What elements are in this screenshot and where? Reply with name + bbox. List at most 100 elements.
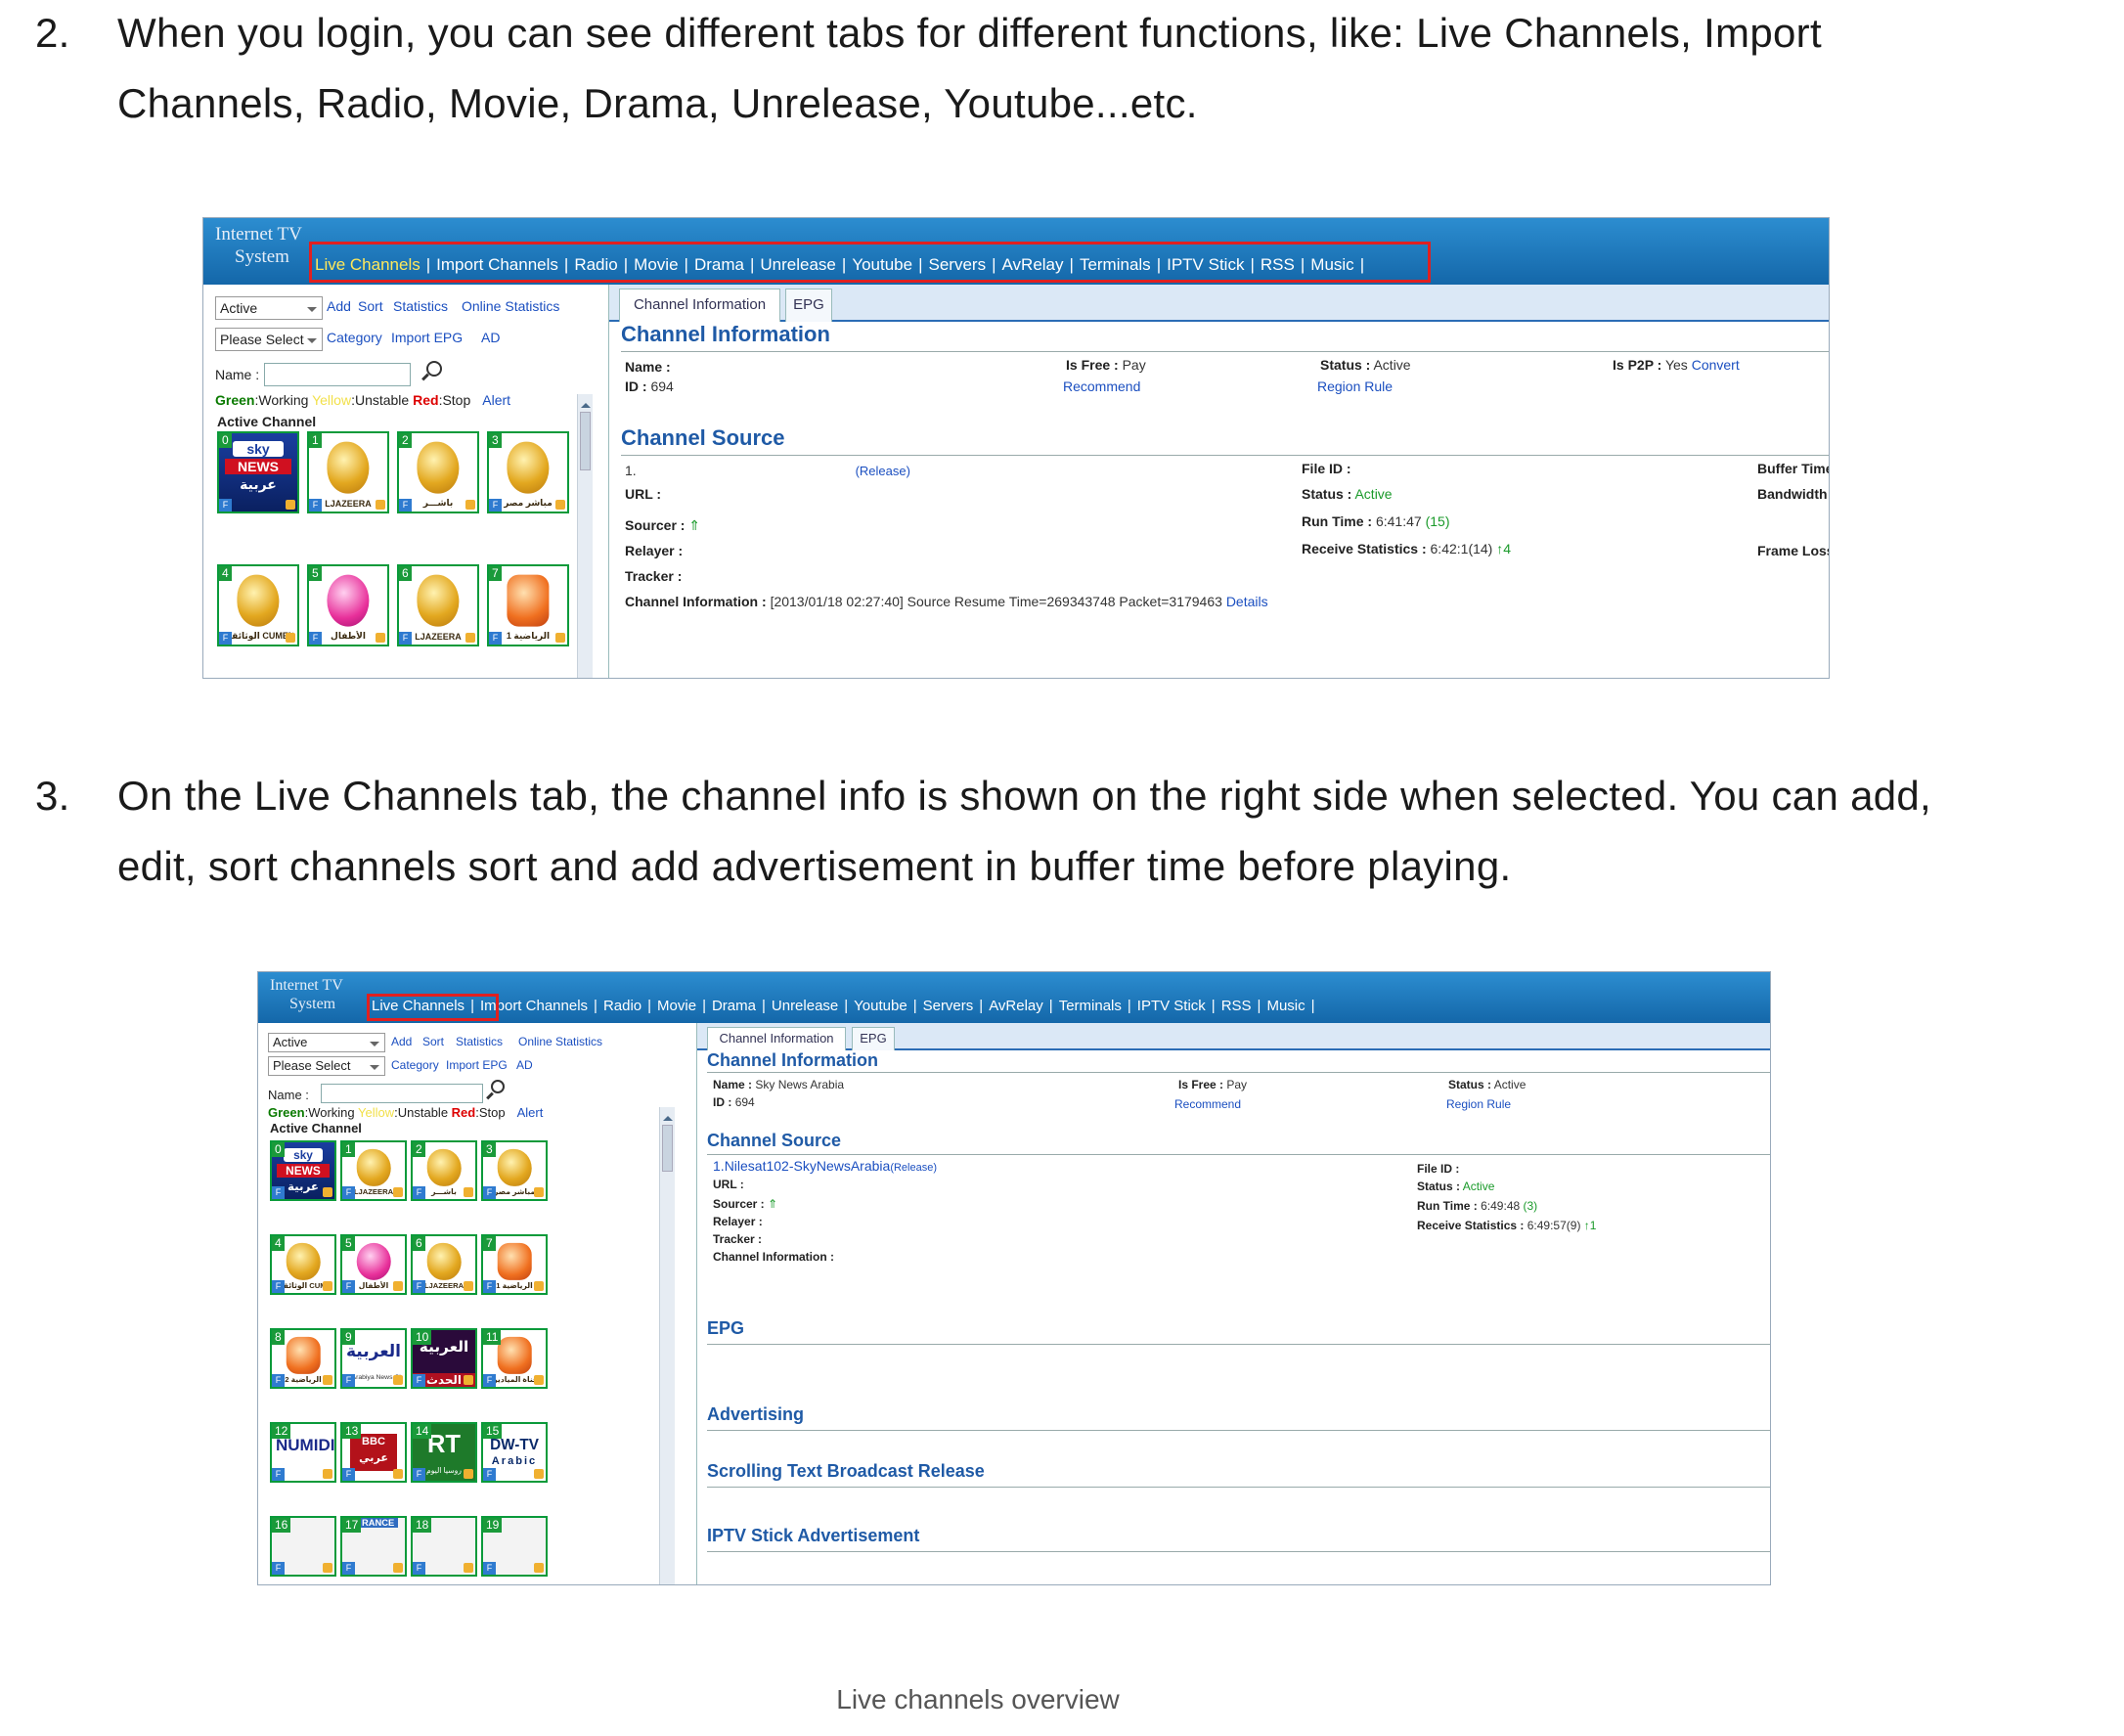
channel-number: 9 bbox=[342, 1330, 355, 1345]
lock-icon bbox=[464, 1375, 473, 1385]
legend-green: Green bbox=[215, 392, 255, 408]
search-icon[interactable] bbox=[426, 361, 442, 377]
channel-tile[interactable]: 1 الرياضية 7 F bbox=[481, 1234, 548, 1295]
name-search-input[interactable] bbox=[321, 1084, 483, 1103]
channel-emblem bbox=[356, 1148, 391, 1186]
tab-radio[interactable]: Radio bbox=[603, 998, 642, 1014]
legend-stop: :Stop bbox=[475, 1105, 506, 1120]
channel-tile[interactable]: 19 F bbox=[481, 1516, 548, 1577]
tab-avrelay[interactable]: AvRelay bbox=[989, 998, 1043, 1014]
name-search-input[interactable] bbox=[264, 363, 411, 386]
tab-channel-information[interactable]: Channel Information bbox=[707, 1027, 846, 1050]
category-select[interactable]: Please Select bbox=[215, 328, 323, 351]
convert-link[interactable]: Convert bbox=[1692, 357, 1740, 373]
tab-epg[interactable]: EPG bbox=[852, 1027, 895, 1050]
channel-tile[interactable]: DW-TV Arabic 15 F bbox=[481, 1422, 548, 1483]
link-ad[interactable]: AD bbox=[516, 1058, 533, 1072]
channel-tile[interactable]: الوثائقية CUMENTA4F bbox=[217, 564, 299, 646]
lock-icon bbox=[464, 1469, 473, 1479]
tab-iptv-stick[interactable]: IPTV Stick bbox=[1137, 998, 1206, 1014]
channel-list-scrollbar[interactable] bbox=[659, 1107, 675, 1584]
tab-channel-information[interactable]: Channel Information bbox=[619, 289, 780, 322]
lock-icon bbox=[464, 1187, 473, 1197]
channel-tile[interactable]: 1 الرياضية 7 F bbox=[487, 564, 569, 646]
tab-terminals[interactable]: Terminals bbox=[1059, 998, 1122, 1014]
channel-tile[interactable]: BBC عربي 13 F bbox=[340, 1422, 407, 1483]
channel-emblem bbox=[497, 1148, 532, 1186]
link-import-epg[interactable]: Import EPG bbox=[391, 330, 463, 345]
nav-separator: | bbox=[647, 998, 652, 1014]
highlight-box bbox=[367, 994, 499, 1021]
channel-caption: RANCE bbox=[358, 1518, 399, 1528]
channel-tile[interactable]: الأطفال 5 F bbox=[307, 564, 389, 646]
status-select[interactable]: Active bbox=[215, 296, 323, 320]
channel-tile[interactable]: مباشر مصر 3 F bbox=[487, 431, 569, 513]
channel-number: 19 bbox=[483, 1518, 503, 1533]
link-online-statistics[interactable]: Online Statistics bbox=[518, 1035, 602, 1048]
link-online-statistics[interactable]: Online Statistics bbox=[462, 298, 559, 314]
favorite-icon: F bbox=[489, 632, 502, 645]
legend-green: Green bbox=[268, 1105, 305, 1120]
channel-tile[interactable]: 2 الرياضية 8 F bbox=[270, 1328, 336, 1389]
tab-drama[interactable]: Drama bbox=[712, 998, 756, 1014]
channel-emblem bbox=[426, 1148, 462, 1186]
link-statistics[interactable]: Statistics bbox=[456, 1035, 503, 1048]
source-name-link[interactable]: Nilesat102-SkyNewsArabia bbox=[725, 1158, 891, 1174]
nav-separator: | bbox=[1257, 998, 1261, 1014]
channel-tile[interactable]: NUMIDIA12F bbox=[270, 1422, 336, 1483]
channel-tile[interactable]: LJAZEERA 1 F bbox=[340, 1140, 407, 1201]
legend-working: :Working bbox=[304, 1105, 359, 1120]
channel-tile[interactable]: مباشر مصر 3 F bbox=[481, 1140, 548, 1201]
screenshot-2: Internet TV System Live Channels | Import … bbox=[257, 971, 1771, 1585]
channel-tile[interactable]: الأطفال 5 F bbox=[340, 1234, 407, 1295]
channel-list-scrollbar[interactable] bbox=[577, 394, 593, 678]
channel-tile[interactable]: العربيةAl Arabiya News Channel9F bbox=[340, 1328, 407, 1389]
tab-youtube[interactable]: Youtube bbox=[854, 998, 907, 1014]
channel-tile[interactable]: الوثائقية CUMENTA4F bbox=[270, 1234, 336, 1295]
channel-tile[interactable]: العربية الحدث 10 F bbox=[411, 1328, 477, 1389]
channel-tile[interactable]: RT روسيا اليوم 14 F bbox=[411, 1422, 477, 1483]
channel-emblem bbox=[507, 574, 550, 627]
recommend-link[interactable]: Recommend bbox=[1063, 378, 1140, 394]
link-sort[interactable]: Sort bbox=[422, 1035, 444, 1048]
tab-unrelease[interactable]: Unrelease bbox=[772, 998, 838, 1014]
channel-tile[interactable]: sky NEWS عربية 0 F bbox=[217, 431, 299, 513]
channel-tile[interactable]: قناة الميادين 11 F bbox=[481, 1328, 548, 1389]
link-statistics[interactable]: Statistics bbox=[393, 298, 448, 314]
channel-emblem bbox=[507, 441, 550, 494]
favorite-icon: F bbox=[489, 499, 502, 512]
details-link[interactable]: Details bbox=[1226, 594, 1268, 609]
recommend-link[interactable]: Recommend bbox=[1174, 1097, 1241, 1111]
tab-rss[interactable]: RSS bbox=[1221, 998, 1252, 1014]
link-add[interactable]: Add bbox=[327, 298, 351, 314]
link-ad[interactable]: AD bbox=[481, 330, 500, 345]
channel-caption: باشـــر bbox=[422, 498, 454, 508]
channel-tile[interactable]: sky NEWS عربية 0 F bbox=[270, 1140, 336, 1201]
tab-movie[interactable]: Movie bbox=[657, 998, 696, 1014]
channel-tile[interactable]: 16 F bbox=[270, 1516, 336, 1577]
link-category[interactable]: Category bbox=[327, 330, 382, 345]
alert-link[interactable]: Alert bbox=[517, 1105, 544, 1120]
channel-tile[interactable]: LJAZEERA 6 F bbox=[397, 564, 479, 646]
search-icon[interactable] bbox=[491, 1080, 505, 1093]
channel-number: 2 bbox=[399, 433, 412, 448]
channel-tile[interactable]: LJAZEERA 6 F bbox=[411, 1234, 477, 1295]
channel-tile[interactable]: 18 F bbox=[411, 1516, 477, 1577]
link-import-epg[interactable]: Import EPG bbox=[446, 1058, 508, 1072]
region-rule-link[interactable]: Region Rule bbox=[1317, 378, 1393, 394]
logo-text: sky bbox=[283, 1148, 324, 1163]
link-sort[interactable]: Sort bbox=[358, 298, 383, 314]
tab-epg[interactable]: EPG bbox=[785, 289, 832, 322]
tab-servers[interactable]: Servers bbox=[923, 998, 974, 1014]
region-rule-link[interactable]: Region Rule bbox=[1446, 1097, 1511, 1111]
channel-tile[interactable]: RANCE 17 F bbox=[340, 1516, 407, 1577]
category-select[interactable]: Please Select bbox=[268, 1056, 385, 1076]
channel-tile[interactable]: باشـــر 2 F bbox=[397, 431, 479, 513]
link-add[interactable]: Add bbox=[391, 1035, 412, 1048]
status-select[interactable]: Active bbox=[268, 1033, 385, 1052]
channel-tile[interactable]: LJAZEERA 1 F bbox=[307, 431, 389, 513]
tab-music[interactable]: Music bbox=[1266, 998, 1305, 1014]
alert-link[interactable]: Alert bbox=[482, 392, 510, 408]
channel-tile[interactable]: باشـــر 2 F bbox=[411, 1140, 477, 1201]
link-category[interactable]: Category bbox=[391, 1058, 439, 1072]
